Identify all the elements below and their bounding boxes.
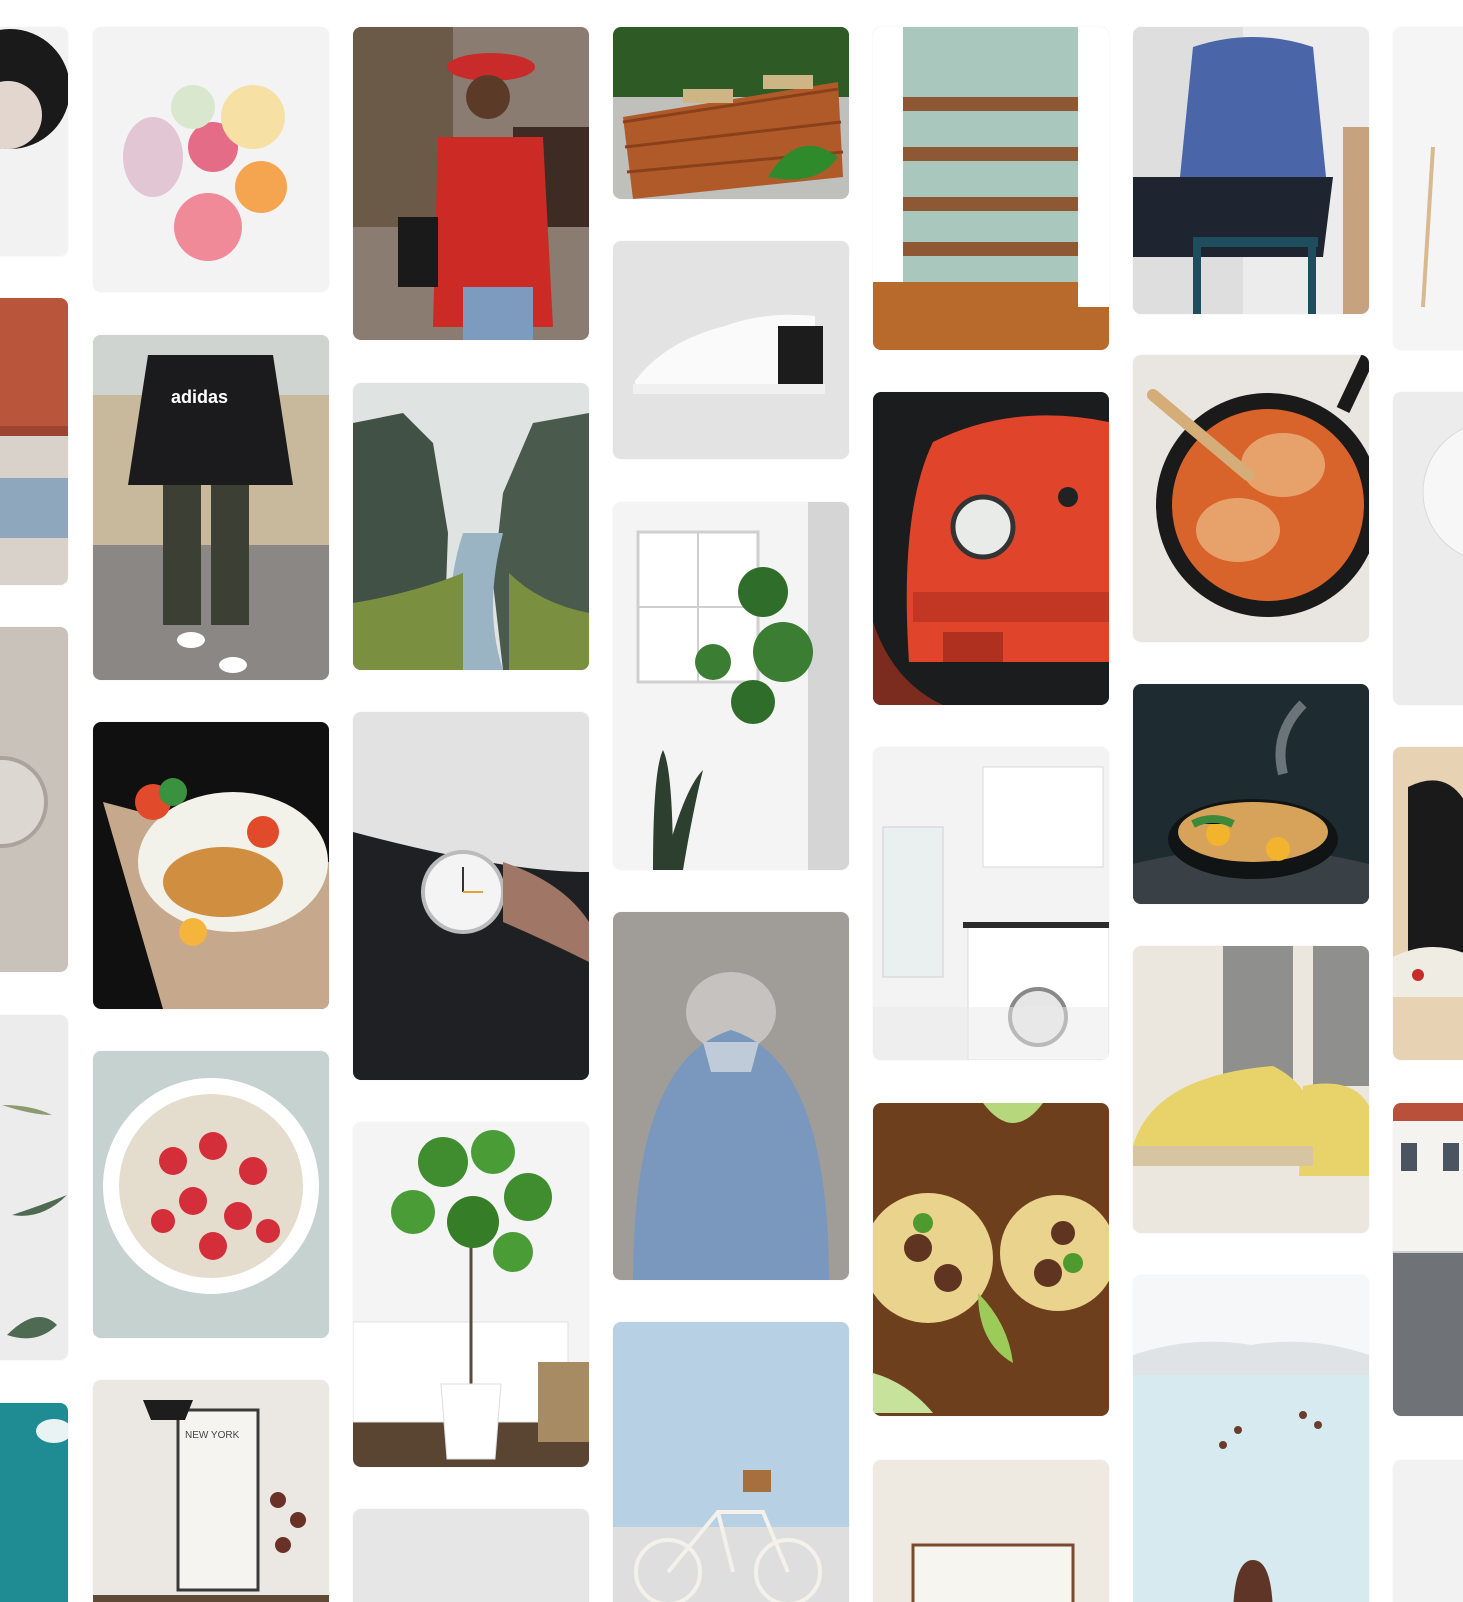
image-chicken-skillet[interactable]: [1133, 355, 1369, 642]
image-red-wall[interactable]: [0, 298, 68, 585]
image-wrist-watch[interactable]: [353, 712, 589, 1080]
image-plant-leaves[interactable]: [0, 1015, 68, 1360]
image-denim-jacket[interactable]: [613, 912, 849, 1280]
image-red-sweater-woman[interactable]: [353, 27, 589, 340]
image-fiddle-leaf-fig[interactable]: [353, 1122, 589, 1467]
poster-text: NEW YORK: [185, 1430, 240, 1441]
image-new-york-desk[interactable]: NEW YORK: [93, 1380, 329, 1602]
image-woman-black-hat[interactable]: [0, 27, 68, 256]
image-hot-spring[interactable]: [1133, 1275, 1369, 1602]
image-wooden-bench[interactable]: [613, 27, 849, 199]
image-white-chair[interactable]: [1393, 27, 1463, 350]
image-wood-shelves[interactable]: [873, 27, 1109, 350]
image-teal-sky[interactable]: [0, 1403, 68, 1602]
image-tacos[interactable]: [873, 1103, 1109, 1416]
image-watch-grey[interactable]: [0, 627, 68, 972]
image-white-kitchen[interactable]: [873, 747, 1109, 1060]
image-white-bicycle[interactable]: [613, 1322, 849, 1602]
image-canyon-river[interactable]: [353, 383, 589, 670]
image-white-plate[interactable]: [1393, 392, 1463, 705]
image-ice-cream-cups[interactable]: [93, 27, 329, 292]
image-grey-bottom[interactable]: [353, 1509, 589, 1602]
image-white-bottom[interactable]: [1393, 1460, 1463, 1602]
image-adidas-hoodie-man[interactable]: adidas: [93, 335, 329, 680]
image-street-buildings[interactable]: [1393, 1103, 1463, 1416]
image-framed-art[interactable]: [873, 1460, 1109, 1602]
image-blue-jacket-man[interactable]: [1133, 27, 1369, 314]
image-ramen-bowl[interactable]: [1133, 684, 1369, 904]
image-strawberry-oats[interactable]: [93, 1051, 329, 1338]
image-bathroom-plants[interactable]: [613, 502, 849, 870]
image-converse-sneaker[interactable]: [1393, 747, 1463, 1060]
adidas-logo-text: adidas: [171, 387, 228, 407]
image-yellow-sneakers[interactable]: [1133, 946, 1369, 1233]
masonry-gallery: adidas NEW YORK: [0, 0, 1463, 1602]
image-white-sneaker[interactable]: [613, 241, 849, 459]
image-fish-taco[interactable]: [93, 722, 329, 1009]
image-red-porsche[interactable]: [873, 392, 1109, 705]
